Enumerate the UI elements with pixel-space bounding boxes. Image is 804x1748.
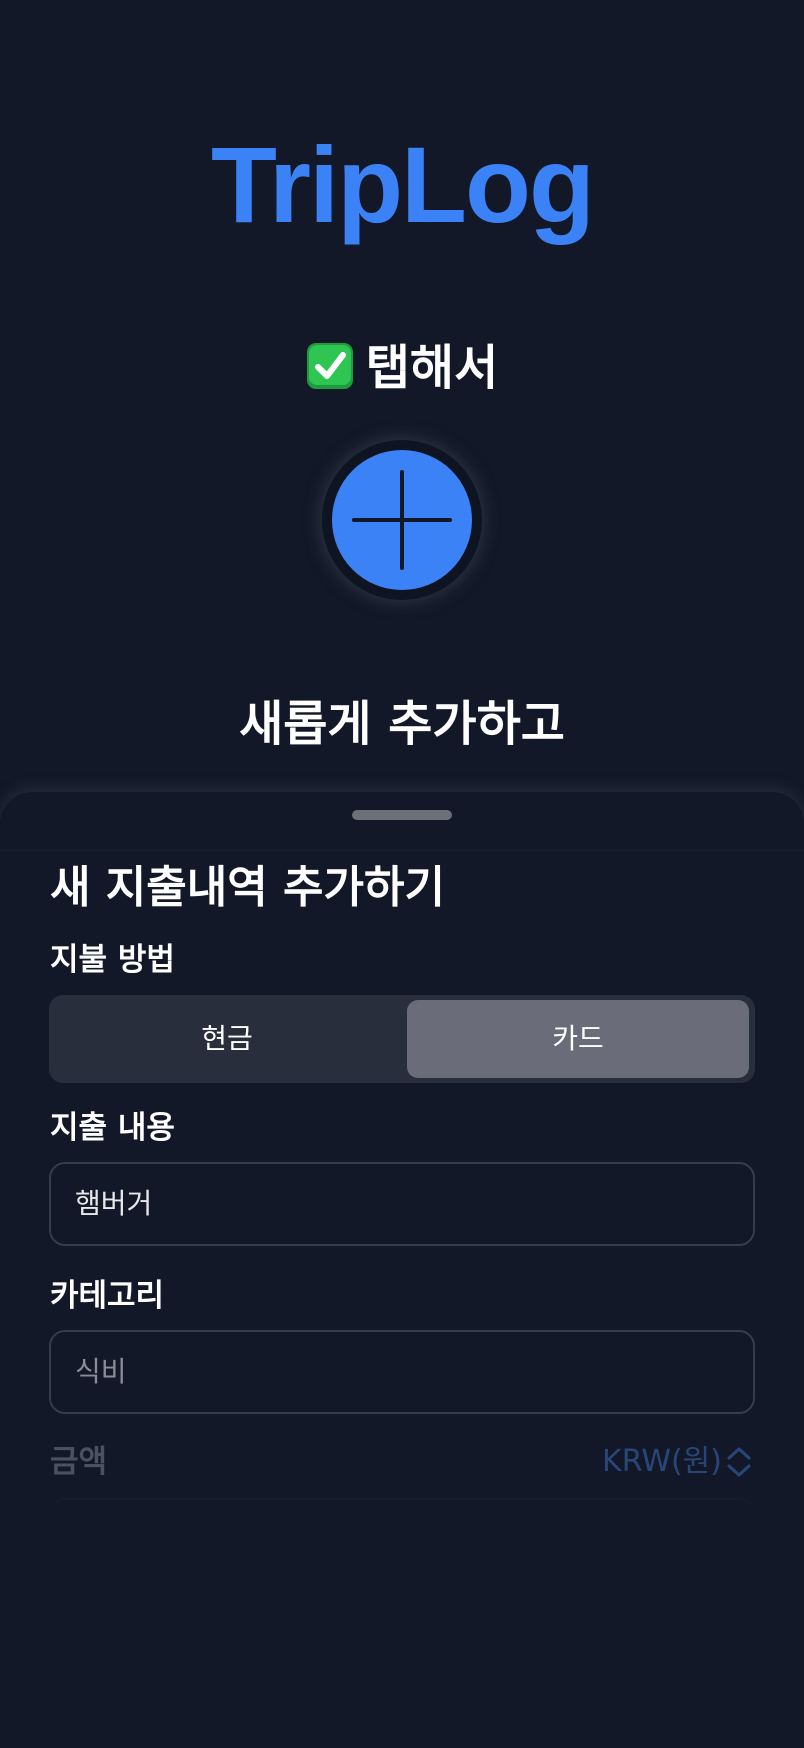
sheet-title: 새 지출내역 추가하기 <box>50 862 445 913</box>
category-placeholder: 식비 <box>75 1355 127 1388</box>
check-mark-button-icon <box>306 343 353 389</box>
payment-method-segmented-control: 현금 카드 <box>49 995 755 1083</box>
add-expense-sheet: 새 지출내역 추가하기 지불 방법 현금 카드 지출 내용 햄버거 카테고리 식… <box>0 792 804 1748</box>
tagline: 새롭게 추가하고 <box>239 696 565 752</box>
description-input[interactable]: 햄버거 <box>49 1162 755 1246</box>
app-title: TripLog <box>211 124 595 245</box>
currency-value: KRW(원) <box>602 1444 722 1479</box>
chevron-up-down-icon <box>727 1447 751 1477</box>
sheet-divider <box>0 850 804 851</box>
add-expense-button[interactable] <box>322 440 482 600</box>
currency-selector[interactable]: KRW(원) <box>602 1442 752 1482</box>
plus-icon <box>352 470 452 570</box>
payment-option-card[interactable]: 카드 <box>407 1000 749 1078</box>
instruction-row: 탭해서 <box>0 338 804 398</box>
sheet-drag-handle[interactable] <box>352 810 452 820</box>
add-button-face[interactable] <box>332 450 472 590</box>
payment-option-cash[interactable]: 현금 <box>54 1000 400 1078</box>
category-input[interactable]: 식비 <box>49 1330 755 1414</box>
instruction-text: 탭해서 <box>365 340 499 396</box>
payment-method-label: 지불 방법 <box>50 942 175 978</box>
screen: TripLog 탭해서 새롭게 추가하고 새 지출내역 추가하기 지불 방법 현… <box>0 0 804 1748</box>
amount-label: 금액 <box>50 1444 108 1480</box>
description-label: 지출 내용 <box>50 1110 175 1146</box>
description-value: 햄버거 <box>75 1187 153 1220</box>
category-label: 카테고리 <box>50 1278 165 1314</box>
amount-input[interactable] <box>49 1498 755 1520</box>
